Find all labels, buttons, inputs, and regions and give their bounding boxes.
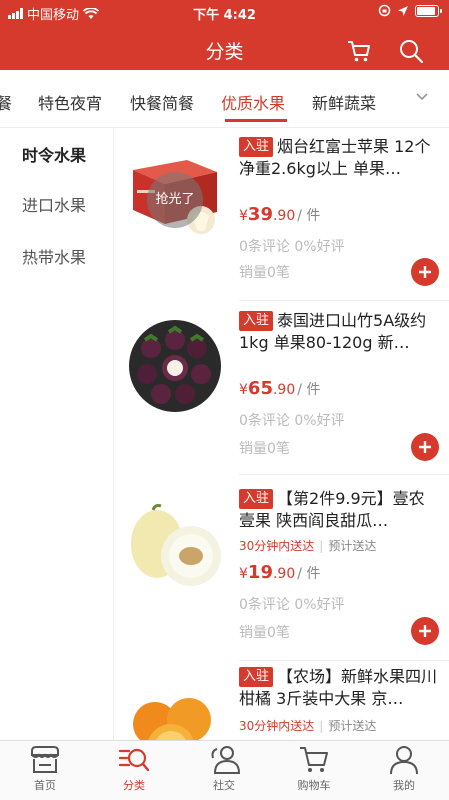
active-tab-indicator	[225, 119, 287, 122]
page-title: 分类	[205, 41, 244, 63]
plus-icon	[419, 625, 431, 637]
settled-badge: 入驻	[239, 137, 274, 157]
tab-quality-fruit[interactable]: 优质水果	[221, 90, 285, 114]
tab-fast-food[interactable]: 快餐简餐	[130, 90, 194, 114]
divider	[239, 660, 449, 661]
delivery-info: 30分钟内送达 | 预计送达	[239, 717, 376, 734]
subcategory-sidebar: 时令水果 进口水果 热带水果	[0, 128, 114, 740]
sales-count: 销量0笔	[239, 265, 290, 281]
settled-badge: 入驻	[239, 489, 274, 509]
melon-image	[131, 504, 221, 586]
nav-profile-label: 我的	[393, 779, 415, 792]
plus-icon	[419, 441, 431, 453]
currency-symbol: ¥	[239, 208, 248, 224]
delivery-time: 30分钟内送达	[239, 539, 315, 553]
sold-out-overlay: 抢光了	[147, 172, 203, 228]
review-summary: 0条评论 0%好评	[239, 239, 345, 255]
delivery-estimate: 预计送达	[328, 719, 377, 733]
sidebar-item-tropical-fruit[interactable]: 热带水果	[22, 244, 86, 268]
category-tabs: 餐 特色夜宵 快餐简餐 优质水果 新鲜蔬菜	[0, 70, 449, 128]
product-price: ¥39.90/ 件	[239, 204, 320, 225]
product-image-apples[interactable]: 抢光了	[125, 142, 225, 242]
nav-home[interactable]: 首页	[0, 745, 90, 793]
delivery-info: 30分钟内送达 | 预计送达	[239, 537, 376, 554]
price-unit: / 件	[297, 208, 321, 224]
home-icon	[31, 746, 59, 773]
nav-profile[interactable]: 我的	[359, 745, 449, 793]
mangosteen-plate-image	[129, 320, 221, 412]
sidebar-item-seasonal-fruit[interactable]: 时令水果	[22, 142, 86, 166]
price-decimal: .90	[272, 566, 296, 582]
currency-symbol: ¥	[239, 382, 248, 398]
settled-badge: 入驻	[239, 667, 274, 687]
nav-social[interactable]: 社交	[179, 745, 269, 793]
nav-cart[interactable]: 购物车	[269, 745, 359, 793]
price-integer: 39	[247, 204, 273, 225]
sidebar-item-imported-fruit[interactable]: 进口水果	[22, 192, 86, 216]
settled-badge: 入驻	[239, 311, 274, 331]
review-summary: 0条评论 0%好评	[239, 597, 345, 613]
nav-cart-label: 购物车	[297, 779, 331, 792]
price-decimal: .90	[272, 208, 296, 224]
review-summary: 0条评论 0%好评	[239, 413, 345, 429]
nav-home-label: 首页	[34, 779, 56, 792]
plus-icon	[419, 266, 431, 278]
location-icon	[398, 5, 408, 16]
tab-night-snack[interactable]: 特色夜宵	[38, 90, 102, 114]
product-image-melon[interactable]	[125, 496, 225, 596]
product-list: 抢光了 入驻 烟台红富士苹果 12个 净重2.6kg以上 单果… ¥39.90/ …	[115, 128, 449, 740]
rotation-lock-icon	[378, 4, 391, 17]
nav-social-label: 社交	[213, 779, 235, 792]
tab-fresh-vegetables[interactable]: 新鲜蔬菜	[312, 90, 376, 114]
add-to-cart-button[interactable]	[411, 433, 439, 461]
product-name[interactable]: 入驻 【农场】新鲜水果四川柑橘 3斤装中大果 京…	[239, 666, 439, 710]
bottom-tab-bar: 首页 分类 社交 购物车 我的	[0, 740, 449, 800]
product-name[interactable]: 入驻 【第2件9.9元】壹农壹果 陕西阎良甜瓜…	[239, 488, 439, 532]
delivery-separator: |	[319, 539, 324, 553]
add-to-cart-button[interactable]	[411, 258, 439, 286]
currency-symbol: ¥	[239, 566, 248, 582]
price-unit: / 件	[297, 382, 321, 398]
app-header: 中国移动 下午 4:42 分类	[0, 0, 449, 70]
price-unit: / 件	[297, 566, 321, 582]
product-image-oranges[interactable]	[125, 684, 225, 740]
product-price: ¥65.90/ 件	[239, 378, 320, 399]
sales-count: 销量0笔	[239, 441, 290, 457]
profile-icon	[390, 746, 418, 775]
product-image-mangosteen[interactable]	[125, 316, 225, 416]
delivery-time: 30分钟内送达	[239, 719, 315, 733]
product-name[interactable]: 入驻 泰国进口山竹5A级约1kg 单果80-120g 新…	[239, 310, 439, 354]
nav-category[interactable]: 分类	[89, 745, 179, 793]
tab-prev-partial[interactable]: 餐	[0, 90, 12, 114]
sales-count: 销量0笔	[239, 625, 290, 641]
nav-category-label: 分类	[123, 779, 145, 792]
status-bar: 中国移动 下午 4:42	[0, 0, 449, 24]
product-price: ¥19.90/ 件	[239, 562, 320, 583]
cart-icon[interactable]	[346, 38, 372, 64]
product-name[interactable]: 入驻 烟台红富士苹果 12个 净重2.6kg以上 单果…	[239, 136, 439, 180]
price-integer: 19	[247, 562, 273, 583]
divider	[239, 474, 449, 475]
orange-image	[133, 698, 211, 740]
divider	[239, 300, 449, 301]
add-to-cart-button[interactable]	[411, 617, 439, 645]
search-icon[interactable]	[398, 38, 424, 64]
price-integer: 65	[247, 378, 273, 399]
cart-icon	[300, 747, 328, 772]
category-icon	[118, 748, 150, 772]
delivery-separator: |	[319, 719, 324, 733]
social-icon	[211, 746, 241, 774]
delivery-estimate: 预计送达	[328, 539, 377, 553]
chevron-down-icon[interactable]	[415, 92, 429, 102]
price-decimal: .90	[272, 382, 296, 398]
battery-icon	[415, 4, 442, 17]
